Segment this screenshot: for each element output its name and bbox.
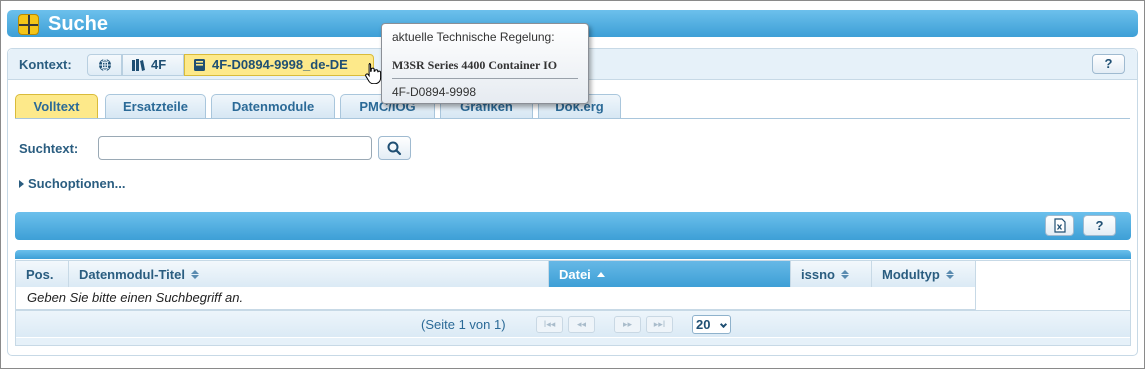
tooltip-divider	[392, 78, 578, 79]
column-label: Modultyp	[882, 266, 940, 282]
column-label: Pos.	[26, 266, 54, 282]
context-crumb-document[interactable]: 4F-D0894-9998_de-DE	[184, 54, 374, 76]
window-title: Suche	[48, 13, 109, 35]
excel-export-icon	[1053, 218, 1066, 233]
tab-ersatzteile[interactable]: Ersatzteile	[105, 94, 206, 119]
tab-datenmodule[interactable]: Datenmodule	[211, 94, 335, 119]
tab-divider	[15, 118, 1130, 119]
results-table: Pos. Datenmodul-Titel Datei issno Modult…	[15, 260, 1131, 346]
page-info: (Seite 1 von 1)	[421, 317, 506, 332]
page-size-value: 20	[696, 317, 711, 332]
triangle-right-icon	[19, 179, 24, 188]
results-toolbar: ?	[15, 212, 1131, 240]
column-header-modultyp[interactable]: Modultyp	[872, 261, 976, 287]
column-label: issno	[801, 266, 835, 282]
search-options-toggle[interactable]: Suchoptionen...	[19, 176, 126, 191]
previous-page-button[interactable]: ◂◂	[568, 316, 595, 333]
sort-both-icon	[840, 269, 849, 279]
application-frame: Suche Kontext: 4F 4F-D0894-9998_de-DE ? …	[0, 0, 1145, 369]
globe-icon	[98, 58, 111, 72]
tab-volltext[interactable]: Volltext	[15, 94, 98, 119]
next-page-button[interactable]: ▸▸	[614, 316, 641, 333]
app-grid-icon	[18, 14, 39, 35]
results-help-button[interactable]: ?	[1083, 215, 1116, 236]
column-label: Datei	[559, 266, 591, 282]
sort-both-icon	[945, 269, 954, 279]
table-pager: (Seite 1 von 1) I◂◂ ◂◂ ▸▸ ▸▸I 20	[16, 310, 1130, 337]
search-options-label: Suchoptionen...	[28, 176, 126, 191]
context-help-button[interactable]: ?	[1092, 54, 1125, 74]
tooltip-title: M3SR Series 4400 Container IO	[392, 58, 558, 72]
hand-cursor-icon	[365, 63, 382, 84]
page-size-select[interactable]: 20	[692, 315, 731, 334]
book-icon	[194, 59, 205, 71]
sort-both-icon	[190, 269, 199, 279]
first-page-button[interactable]: I◂◂	[536, 316, 563, 333]
tooltip-heading: aktuelle Technische Regelung:	[392, 30, 555, 44]
crumb-label: 4F-D0894-9998_de-DE	[212, 57, 348, 72]
column-header-issno[interactable]: issno	[791, 261, 872, 287]
tooltip-code: 4F-D0894-9998	[392, 85, 477, 99]
table-header-bar	[15, 250, 1131, 259]
column-header-title[interactable]: Datenmodul-Titel	[69, 261, 549, 287]
search-text-label: Suchtext:	[19, 141, 79, 156]
context-crumb-4f[interactable]: 4F	[122, 54, 184, 76]
empty-message: Geben Sie bitte einen Suchbegriff an.	[16, 287, 976, 310]
context-crumb-global[interactable]	[87, 54, 122, 76]
column-header-datei[interactable]: Datei	[549, 261, 791, 287]
sort-ascending-icon	[596, 271, 605, 277]
search-input[interactable]	[98, 136, 372, 160]
column-header-pos[interactable]: Pos.	[16, 261, 69, 287]
context-label: Kontext:	[19, 57, 72, 72]
chevron-down-icon	[719, 320, 728, 329]
last-page-button[interactable]: ▸▸I	[646, 316, 673, 333]
table-footer	[16, 338, 1130, 345]
crumb-label: 4F	[151, 57, 167, 72]
magnifier-icon	[387, 141, 402, 156]
search-button[interactable]	[378, 136, 411, 160]
column-label: Datenmodul-Titel	[79, 266, 185, 282]
context-tooltip: aktuelle Technische Regelung: M3SR Serie…	[381, 23, 589, 104]
excel-export-button[interactable]	[1045, 215, 1074, 236]
book-stack-icon	[132, 59, 145, 71]
